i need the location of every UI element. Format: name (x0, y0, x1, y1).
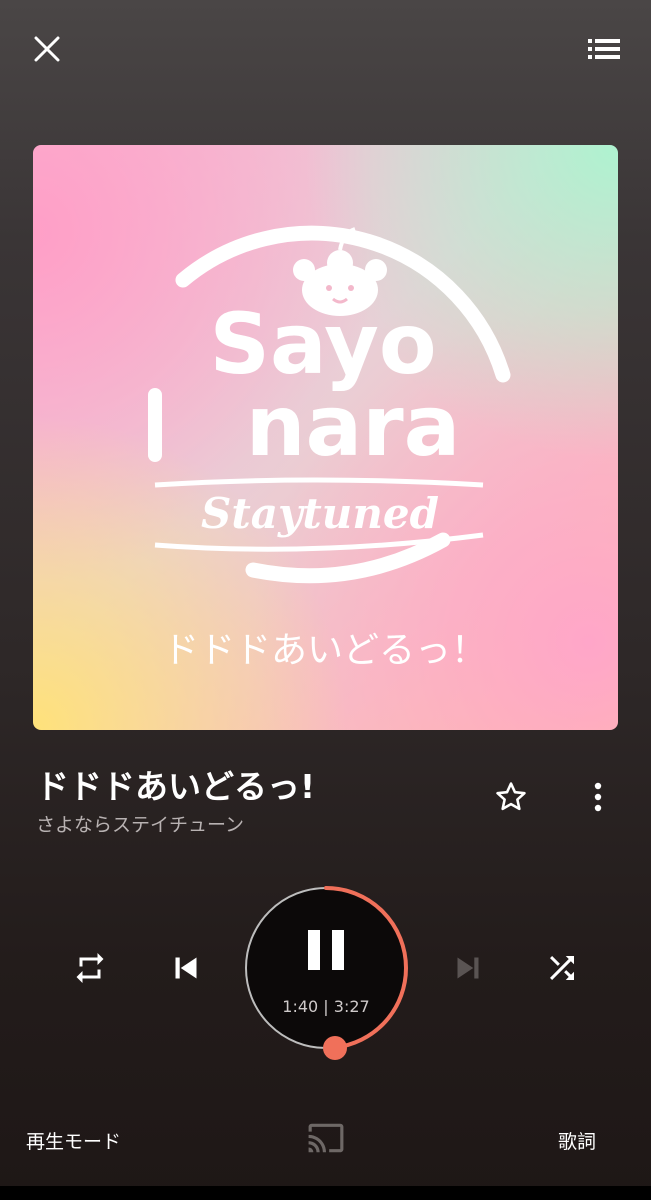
more-options-button[interactable] (578, 774, 618, 820)
repeat-button[interactable] (66, 944, 114, 992)
close-button[interactable] (26, 28, 68, 70)
art-line3: Staytuned (201, 489, 439, 538)
album-art: Sayo nara Staytuned ドドドあいどるっ！ (33, 145, 618, 730)
song-title: ドドドあいどるっ! (36, 767, 316, 806)
system-nav-bar (0, 1186, 651, 1200)
artist-name[interactable]: さよならステイチューン (36, 810, 244, 837)
close-icon (34, 36, 60, 62)
play-mode-button[interactable]: 再生モード (26, 1127, 121, 1154)
art-line2: nara (246, 377, 461, 475)
queue-list-icon (588, 39, 620, 59)
queue-button[interactable] (582, 30, 626, 68)
album-logo: Sayo nara Staytuned ドドドあいどるっ！ (148, 225, 511, 671)
shuffle-button[interactable] (538, 944, 586, 992)
pause-icon (308, 930, 344, 970)
favorite-button[interactable] (488, 774, 534, 820)
more-vertical-icon (594, 782, 602, 812)
cast-button[interactable] (303, 1117, 349, 1159)
seek-handle[interactable] (322, 1035, 347, 1060)
skip-next-icon (457, 957, 479, 979)
star-outline-icon (496, 782, 526, 811)
time-display: 1:40 | 3:27 (282, 997, 370, 1016)
next-button[interactable] (444, 944, 492, 992)
play-pause-button[interactable] (244, 886, 408, 1050)
previous-button[interactable] (162, 944, 210, 992)
cast-icon (308, 1123, 344, 1153)
skip-previous-icon (175, 957, 197, 979)
shuffle-icon (550, 956, 574, 980)
repeat-icon (76, 953, 104, 983)
lyrics-button[interactable]: 歌詞 (558, 1127, 596, 1154)
art-bottom-text: ドドドあいどるっ！ (163, 630, 487, 671)
